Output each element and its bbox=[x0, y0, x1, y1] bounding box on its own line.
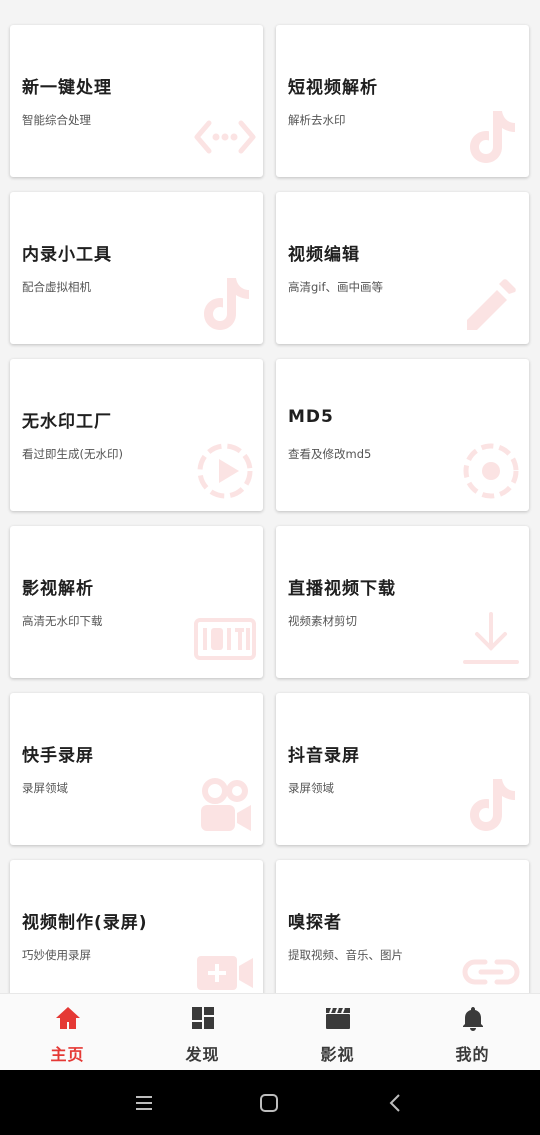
card-subtitle: 视频素材剪切 bbox=[288, 614, 357, 628]
card-video-edit[interactable]: 视频编辑 高清gif、画中画等 bbox=[276, 192, 529, 344]
card-live-video-download[interactable]: 直播视频下载 视频素材剪切 bbox=[276, 526, 529, 678]
nav-label: 发现 bbox=[185, 1045, 220, 1064]
card-subtitle: 提取视频、音乐、图片 bbox=[288, 948, 403, 962]
bottom-navigation: 主页 发现 影视 我的 bbox=[0, 993, 540, 1070]
play-circle-icon bbox=[193, 439, 257, 503]
download-icon bbox=[459, 606, 523, 670]
card-video-making[interactable]: 视频制作(录屏) 巧妙使用录屏 bbox=[10, 860, 263, 993]
target-icon bbox=[459, 439, 523, 503]
tiktok-icon bbox=[459, 105, 523, 169]
nav-home[interactable]: 主页 bbox=[0, 994, 135, 1070]
card-title: 无水印工厂 bbox=[22, 412, 112, 432]
card-film-parse[interactable]: 影视解析 高清无水印下载 bbox=[10, 526, 263, 678]
card-subtitle: 配合虚拟相机 bbox=[22, 280, 91, 294]
card-title: 抖音录屏 bbox=[288, 746, 360, 766]
dashboard-icon bbox=[189, 1004, 217, 1036]
home-square-icon[interactable] bbox=[256, 1090, 282, 1116]
card-title: 视频制作(录屏) bbox=[22, 913, 148, 933]
tiktok-icon bbox=[193, 272, 257, 336]
card-title: 内录小工具 bbox=[22, 245, 112, 265]
nav-label: 我的 bbox=[455, 1045, 490, 1064]
pencil-icon bbox=[459, 272, 523, 336]
back-icon[interactable] bbox=[383, 1090, 409, 1116]
card-subtitle: 巧妙使用录屏 bbox=[22, 948, 91, 962]
card-subtitle: 智能综合处理 bbox=[22, 113, 91, 127]
tool-grid: 新一键处理 智能综合处理 短视频解析 解析去水印 内录小工具 配合虚拟相机 视频… bbox=[10, 25, 529, 993]
link-icon bbox=[459, 940, 523, 993]
card-internal-record-tool[interactable]: 内录小工具 配合虚拟相机 bbox=[10, 192, 263, 344]
card-subtitle: 录屏领域 bbox=[288, 781, 334, 795]
card-sniffer[interactable]: 嗅探者 提取视频、音乐、图片 bbox=[276, 860, 529, 993]
card-title: 新一键处理 bbox=[22, 78, 112, 98]
bell-icon bbox=[459, 1004, 487, 1036]
card-kuaishou-record[interactable]: 快手录屏 录屏领域 bbox=[10, 693, 263, 845]
card-title: 快手录屏 bbox=[22, 746, 94, 766]
kuaishou-icon bbox=[193, 773, 257, 837]
card-title: 短视频解析 bbox=[288, 78, 378, 98]
card-title: MD5 bbox=[288, 407, 334, 427]
card-subtitle: 高清gif、画中画等 bbox=[288, 280, 384, 294]
iqiyi-icon bbox=[193, 606, 257, 670]
card-title: 视频编辑 bbox=[288, 245, 360, 265]
card-md5[interactable]: MD5 查看及修改md5 bbox=[276, 359, 529, 511]
nav-discover[interactable]: 发现 bbox=[135, 994, 270, 1070]
nav-mine[interactable]: 我的 bbox=[405, 994, 540, 1070]
card-subtitle: 查看及修改md5 bbox=[288, 447, 372, 461]
card-title: 嗅探者 bbox=[288, 913, 342, 933]
card-short-video-parse[interactable]: 短视频解析 解析去水印 bbox=[276, 25, 529, 177]
video-add-icon bbox=[193, 940, 257, 993]
nav-film[interactable]: 影视 bbox=[270, 994, 405, 1070]
card-title: 影视解析 bbox=[22, 579, 94, 599]
system-navigation-bar bbox=[0, 1070, 540, 1135]
nav-label: 影视 bbox=[320, 1045, 355, 1064]
clapperboard-icon bbox=[324, 1004, 352, 1036]
menu-icon[interactable] bbox=[131, 1090, 157, 1116]
card-subtitle: 高清无水印下载 bbox=[22, 614, 103, 628]
card-subtitle: 解析去水印 bbox=[288, 113, 346, 127]
nav-label: 主页 bbox=[50, 1045, 85, 1064]
card-subtitle: 看过即生成(无水印) bbox=[22, 447, 123, 461]
card-douyin-record[interactable]: 抖音录屏 录屏领域 bbox=[276, 693, 529, 845]
card-title: 直播视频下载 bbox=[288, 579, 396, 599]
card-watermark-free-factory[interactable]: 无水印工厂 看过即生成(无水印) bbox=[10, 359, 263, 511]
code-icon bbox=[193, 105, 257, 169]
card-subtitle: 录屏领域 bbox=[22, 781, 68, 795]
main-content: 新一键处理 智能综合处理 短视频解析 解析去水印 内录小工具 配合虚拟相机 视频… bbox=[0, 0, 540, 993]
card-one-key-process[interactable]: 新一键处理 智能综合处理 bbox=[10, 25, 263, 177]
home-icon bbox=[54, 1004, 82, 1036]
tiktok-icon bbox=[459, 773, 523, 837]
